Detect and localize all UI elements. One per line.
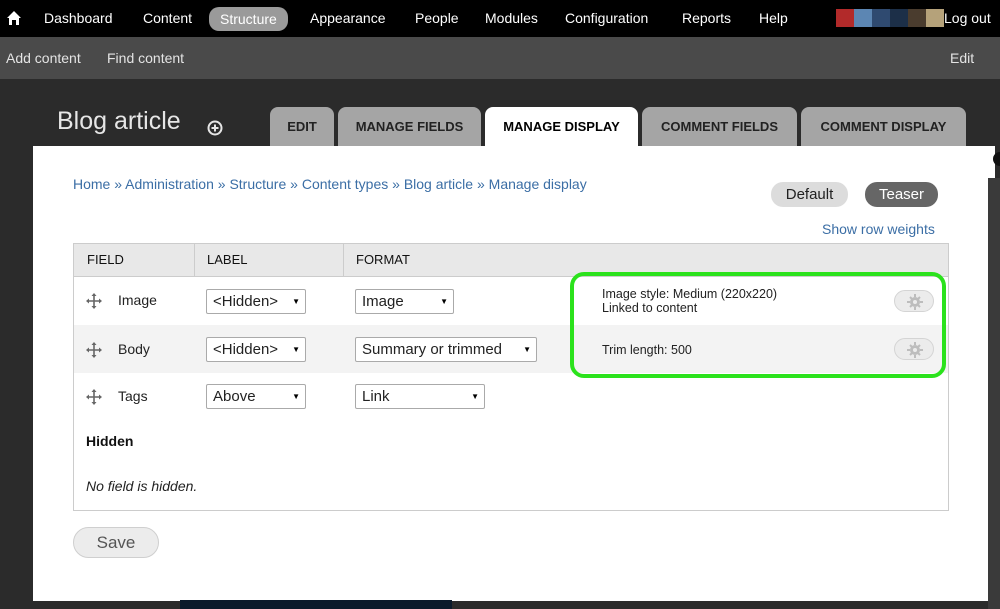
close-overlay-icon[interactable] [993,152,1000,166]
format-select-value: Summary or trimmed [362,341,503,358]
tab-manage-fields[interactable]: MANAGE FIELDS [338,107,481,146]
home-icon[interactable] [6,10,22,26]
swatch [854,9,872,27]
drag-handle-icon[interactable] [86,342,102,358]
page-title: Blog article [57,107,181,135]
swatch [872,9,890,27]
toolbar-dashboard[interactable]: Dashboard [44,0,113,37]
label-select[interactable]: <Hidden> ▼ [206,289,306,314]
column-header-format: FORMAT [356,252,410,267]
label-select-value: <Hidden> [213,341,279,358]
breadcrumb-separator: » [476,176,485,192]
field-name: Body [118,341,150,357]
breadcrumb-separator: » [392,176,400,192]
color-swatches [836,9,944,27]
toolbar-help[interactable]: Help [759,0,788,37]
breadcrumb-blog-article[interactable]: Blog article [404,176,473,192]
toolbar-content[interactable]: Content [143,0,192,37]
swatch [836,9,854,27]
tab-comment-display[interactable]: COMMENT DISPLAY [801,107,966,146]
label-select-value: Above [213,388,256,405]
swatch [926,9,944,27]
toolbar-configuration[interactable]: Configuration [565,0,648,37]
save-button[interactable]: Save [73,527,159,558]
breadcrumb-administration[interactable]: Administration [125,176,214,192]
dropdown-arrow-icon: ▼ [292,297,300,306]
view-mode-teaser[interactable]: Teaser [865,182,938,207]
column-header-label: LABEL [207,252,248,267]
admin-toolbar: Dashboard Content Structure Appearance P… [0,0,1000,37]
breadcrumb-separator: » [114,176,123,192]
tab-edit[interactable]: EDIT [270,107,334,146]
field-name: Tags [118,388,148,404]
format-select[interactable]: Image ▼ [355,289,454,314]
dropdown-arrow-icon: ▼ [523,345,531,354]
view-mode-default[interactable]: Default [771,182,848,207]
tab-comment-fields[interactable]: COMMENT FIELDS [642,107,797,146]
breadcrumb-structure[interactable]: Structure [229,176,286,192]
breadcrumb-separator: » [217,176,226,192]
shortcut-add-content[interactable]: Add content [6,37,81,79]
add-shortcut-icon[interactable] [207,120,223,136]
toolbar-structure[interactable]: Structure [209,7,288,31]
format-select-value: Image [362,293,404,310]
swatch [908,9,926,27]
format-select[interactable]: Summary or trimmed ▼ [355,337,537,362]
toolbar-appearance[interactable]: Appearance [310,0,386,37]
column-divider [194,244,195,276]
breadcrumb-content-types[interactable]: Content types [302,176,388,192]
show-row-weights-link[interactable]: Show row weights [822,221,935,237]
breadcrumb-separator: » [290,176,298,192]
breadcrumb-manage-display[interactable]: Manage display [489,176,587,192]
logout-link[interactable]: Log out [944,0,991,37]
toolbar-reports[interactable]: Reports [682,0,731,37]
swatch [890,9,908,27]
format-select[interactable]: Link ▼ [355,384,485,409]
field-name: Image [118,292,157,308]
dropdown-arrow-icon: ▼ [292,345,300,354]
drag-handle-icon[interactable] [86,389,102,405]
overlay-left-edge [0,146,33,609]
label-select[interactable]: <Hidden> ▼ [206,337,306,362]
dropdown-arrow-icon: ▼ [440,297,448,306]
breadcrumb-home[interactable]: Home [73,176,110,192]
table-row: Tags Above ▼ Link ▼ [74,373,948,421]
hidden-region-heading: Hidden [86,433,134,449]
column-header-field: FIELD [87,252,124,267]
overlay-scrollbar[interactable] [988,178,1000,609]
column-divider [343,244,344,276]
drag-handle-icon[interactable] [86,293,102,309]
format-select-value: Link [362,388,390,405]
toolbar-people[interactable]: People [415,0,459,37]
dropdown-arrow-icon: ▼ [471,392,479,401]
toolbar-modules[interactable]: Modules [485,0,538,37]
label-select-value: <Hidden> [213,293,279,310]
dropdown-arrow-icon: ▼ [292,392,300,401]
edit-shortcuts-link[interactable]: Edit she [950,37,1000,108]
no-field-hidden-message: No field is hidden. [86,478,198,494]
background-fragment [180,600,452,609]
shortcut-find-content[interactable]: Find content [107,37,184,79]
tab-manage-display[interactable]: MANAGE DISPLAY [485,107,638,146]
breadcrumb: Home » Administration » Structure » Cont… [73,176,587,192]
shortcuts-bar: Add content Find content Edit she [0,37,1000,108]
label-select[interactable]: Above ▼ [206,384,306,409]
highlight-annotation [570,272,946,378]
